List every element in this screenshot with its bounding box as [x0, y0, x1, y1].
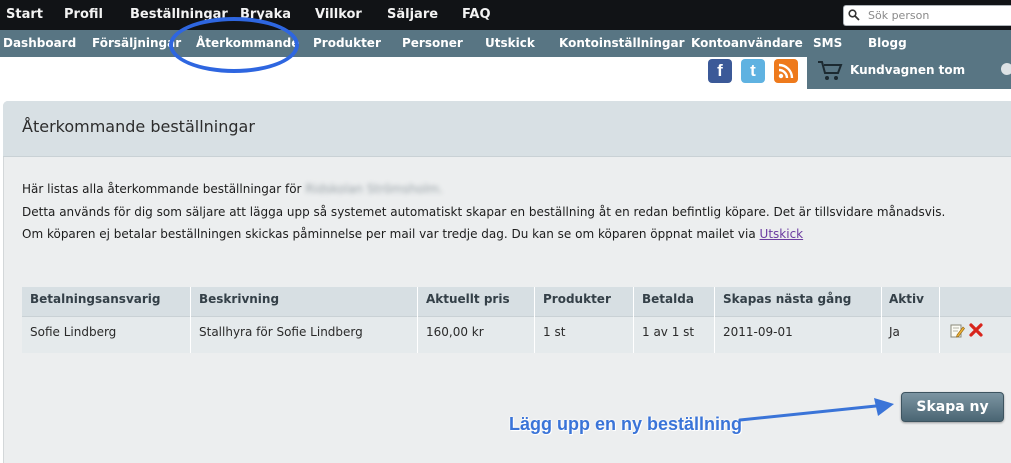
chevron-down-icon[interactable]: [1001, 63, 1011, 75]
column-header-paid[interactable]: Betalda: [642, 292, 694, 306]
page-title: Återkommande beställningar: [22, 117, 255, 136]
cell-paid: 1 av 1 st: [642, 325, 695, 339]
topnav-item-villkor[interactable]: Villkor: [315, 0, 362, 30]
create-new-button[interactable]: Skapa ny: [901, 392, 1004, 422]
search-icon: [848, 9, 860, 21]
cell-active: Ja: [889, 325, 900, 339]
column-header-payer[interactable]: Betalningsansvarig: [30, 292, 161, 306]
blurred-seller-name: Ridskolan Strömsholm.: [305, 182, 443, 196]
edit-icon[interactable]: [950, 323, 965, 338]
cell-next-created: 2011-09-01: [723, 325, 793, 339]
annotation-arrow-icon: [738, 398, 894, 422]
subnav-item-utskick[interactable]: Utskick: [485, 30, 535, 57]
topnav-item-profil[interactable]: Profil: [64, 0, 103, 30]
shopping-cart[interactable]: Kundvagnen tom: [807, 57, 1011, 89]
intro-line-2: Detta används för dig som säljare att lä…: [22, 205, 946, 219]
cell-payer: Sofie Lindberg: [30, 325, 117, 339]
topnav-item-start[interactable]: Start: [6, 0, 43, 30]
topnav-item-faq[interactable]: FAQ: [462, 0, 491, 30]
column-header-next-created[interactable]: Skapas nästa gång: [723, 292, 851, 306]
recurring-orders-table: Betalningsansvarig Beskrivning Aktuellt …: [22, 287, 1011, 353]
subnav-item-forsaljningar[interactable]: Försäljningar: [92, 30, 181, 57]
cell-description: Stallhyra för Sofie Lindberg: [199, 325, 363, 339]
delete-icon[interactable]: [968, 322, 984, 338]
column-header-price[interactable]: Aktuellt pris: [426, 292, 510, 306]
column-header-active[interactable]: Aktiv: [889, 292, 924, 306]
page: Start Profil Beställningar Bryaka Villko…: [0, 0, 1011, 463]
subnav-item-kontoinstallningar[interactable]: Kontoinställningar: [559, 30, 685, 57]
table-header-row: [22, 287, 1011, 316]
utskick-link[interactable]: Utskick: [760, 227, 804, 241]
subnav-item-sms[interactable]: SMS: [813, 30, 842, 57]
search-box: [843, 5, 1011, 26]
subnav-item-dashboard[interactable]: Dashboard: [3, 30, 76, 57]
search-input[interactable]: [868, 7, 1008, 24]
annotation-callout: Lägg upp en ny beställning: [509, 414, 743, 434]
cell-price: 160,00 kr: [426, 325, 484, 339]
column-header-products[interactable]: Produkter: [543, 292, 611, 306]
table-row: [22, 316, 1011, 353]
intro-text-1: Här listas alla återkommande beställning…: [22, 182, 302, 196]
intro-text-3: Om köparen ej betalar beställningen skic…: [22, 227, 756, 241]
cell-products: 1 st: [543, 325, 566, 339]
intro-line-1: Här listas alla återkommande beställning…: [22, 182, 443, 196]
facebook-icon[interactable]: f: [708, 59, 732, 83]
subnav-item-personer[interactable]: Personer: [402, 30, 463, 57]
intro-line-3: Om köparen ej betalar beställningen skic…: [22, 227, 803, 241]
highlight-annotation-circle: [169, 17, 299, 73]
column-header-description[interactable]: Beskrivning: [199, 292, 279, 306]
rss-icon[interactable]: [774, 59, 798, 83]
subnav-item-produkter[interactable]: Produkter: [313, 30, 381, 57]
twitter-icon[interactable]: t: [741, 59, 765, 83]
subnav-item-kontoanvandare[interactable]: Kontoanvändare: [691, 30, 803, 57]
cart-label: Kundvagnen tom: [850, 63, 966, 77]
cart-icon: [818, 61, 843, 80]
subnav-item-blogg[interactable]: Blogg: [868, 30, 907, 57]
topnav-item-saljare[interactable]: Säljare: [387, 0, 438, 30]
